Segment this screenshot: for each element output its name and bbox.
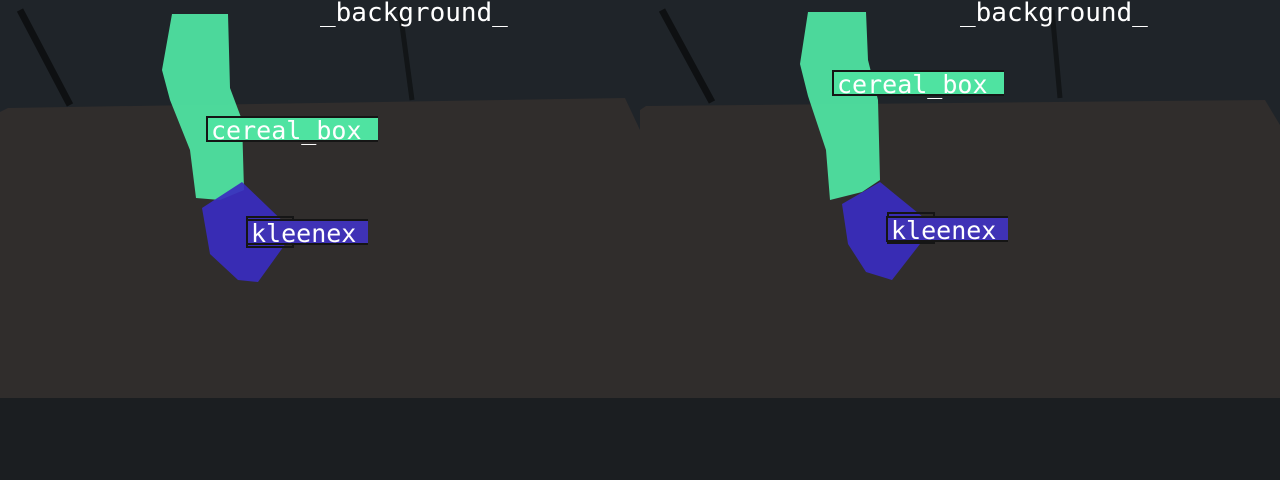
floor-lower: [640, 398, 1280, 480]
kleenex-label: kleenex: [886, 216, 1008, 244]
background-label: _background_: [320, 0, 508, 28]
segmentation-view: _background_ cereal_box kleenex _backgro…: [0, 0, 1280, 480]
cereal-box-label: cereal_box: [206, 116, 378, 144]
right-camera-panel: _background_ cereal_box kleenex: [640, 0, 1280, 480]
cereal-box-label: cereal_box: [832, 70, 1004, 98]
table-surface: [640, 100, 1280, 398]
kleenex-label: kleenex: [246, 219, 368, 247]
floor-lower: [0, 398, 640, 480]
background-label: _background_: [960, 0, 1148, 28]
left-camera-panel: _background_ cereal_box kleenex: [0, 0, 640, 480]
